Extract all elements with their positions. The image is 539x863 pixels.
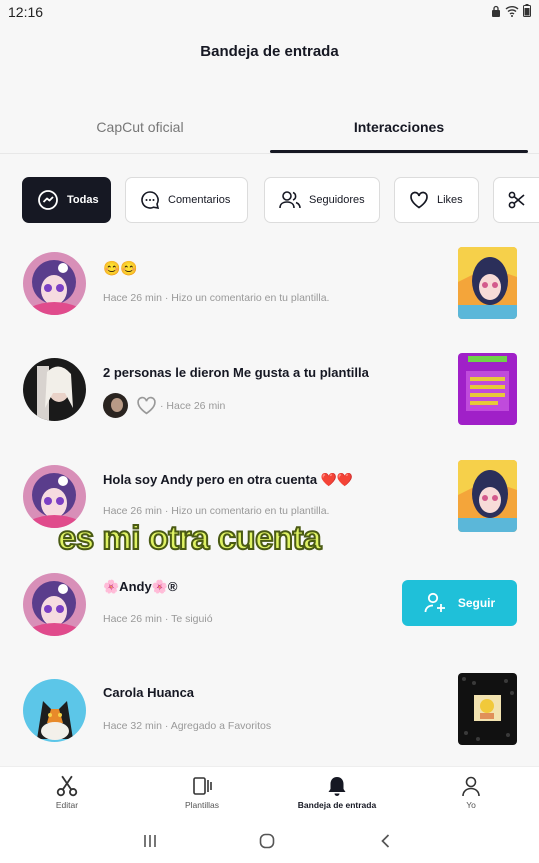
follow-button[interactable]: Seguir: [402, 580, 517, 626]
nav-bandeja[interactable]: Bandeja de entrada: [287, 775, 387, 810]
notification-title: 2 personas le dieron Me gusta a tu plant…: [103, 365, 369, 380]
avatar[interactable]: [23, 573, 86, 636]
active-tab-indicator: [270, 150, 528, 153]
nav-yo-label: Yo: [466, 800, 476, 810]
avatar[interactable]: [23, 252, 86, 315]
notification-meta: Hace 32 min · Agregado a Favoritos: [103, 720, 272, 732]
messenger-icon: [38, 190, 58, 210]
notification-item[interactable]: 😊😊 Hace 26 min · Hizo un comentario en t…: [0, 240, 539, 350]
scissors-icon: [56, 775, 78, 797]
heart-icon: [410, 191, 428, 209]
avatar[interactable]: [23, 358, 86, 421]
person-icon: [462, 776, 480, 797]
nav-yo[interactable]: Yo: [455, 775, 487, 810]
nav-editar[interactable]: Editar: [45, 775, 89, 810]
inbox-tabs: CapCut oficial Interacciones: [0, 100, 539, 154]
wifi-icon: [505, 5, 519, 17]
bottom-nav: Editar Plantillas Bandeja de entrada Yo: [0, 766, 539, 821]
nav-editar-label: Editar: [55, 800, 79, 810]
status-icons: [491, 4, 531, 17]
filter-likes[interactable]: Likes: [394, 177, 479, 223]
filter-likes-label: Likes: [437, 194, 463, 206]
notification-meta: · Hace 26 min: [160, 400, 226, 412]
filter-seguidores-label: Seguidores: [309, 194, 365, 206]
follow-button-label: Seguir: [457, 596, 496, 610]
scissors-icon: [508, 191, 525, 209]
liker-avatar[interactable]: [103, 393, 128, 418]
notification-meta: Hace 26 min · Te siguió: [103, 613, 213, 625]
notification-title: 🌸Andy🌸®: [103, 579, 178, 594]
filter-comentarios[interactable]: Comentarios: [125, 177, 248, 223]
notification-meta: Hace 26 min · Hizo un comentario en tu p…: [103, 505, 330, 517]
tab-capcut-oficial[interactable]: CapCut oficial: [10, 100, 270, 154]
notification-title: Carola Huanca: [103, 685, 195, 700]
notification-meta: Hace 26 min · Hizo un comentario en tu p…: [103, 292, 330, 304]
filter-comentarios-label: Comentarios: [168, 194, 231, 206]
nav-plantillas-label: Plantillas: [184, 800, 220, 810]
notification-item[interactable]: Carola Huanca Hace 32 min · Agregado a F…: [0, 668, 539, 778]
battery-icon: [523, 4, 531, 17]
notification-title: Hola soy Andy pero en otra cuenta ❤️❤️: [103, 472, 354, 487]
status-time: 12:16: [8, 4, 44, 20]
filter-templates[interactable]: [493, 177, 539, 223]
bell-icon: [328, 777, 346, 796]
notification-title: 😊😊: [103, 260, 138, 276]
recent-apps-icon[interactable]: [142, 833, 158, 849]
filter-todas[interactable]: Todas: [22, 177, 111, 223]
tab-interacciones[interactable]: Interacciones: [270, 100, 528, 154]
filter-chips: Todas Comentarios Seguidores Likes: [22, 177, 539, 223]
comment-icon: [141, 191, 160, 210]
page-title: Bandeja de entrada: [200, 43, 339, 60]
filter-todas-label: Todas: [67, 194, 99, 206]
overlay-caption: es mi otra cuenta: [57, 518, 322, 557]
lock-icon: [492, 5, 500, 17]
followers-icon: [279, 191, 301, 209]
template-thumbnail[interactable]: [458, 460, 517, 532]
template-thumbnail[interactable]: [458, 247, 517, 319]
system-nav-bar: [0, 821, 539, 863]
status-bar: 12:16: [0, 0, 539, 24]
notification-item[interactable]: 🌸Andy🌸® Hace 26 min · Te siguió Seguir: [0, 561, 539, 671]
avatar[interactable]: [23, 679, 86, 742]
add-user-icon: [424, 592, 445, 613]
home-icon[interactable]: [259, 833, 275, 849]
heart-icon: [137, 396, 156, 415]
notification-item[interactable]: 2 personas le dieron Me gusta a tu plant…: [0, 346, 539, 456]
template-thumbnail[interactable]: [458, 673, 517, 745]
templates-icon: [193, 777, 212, 795]
nav-bandeja-label: Bandeja de entrada: [297, 800, 377, 810]
nav-plantillas[interactable]: Plantillas: [172, 775, 232, 810]
back-icon[interactable]: [378, 833, 394, 849]
template-thumbnail[interactable]: [458, 353, 517, 425]
filter-seguidores[interactable]: Seguidores: [264, 177, 380, 223]
